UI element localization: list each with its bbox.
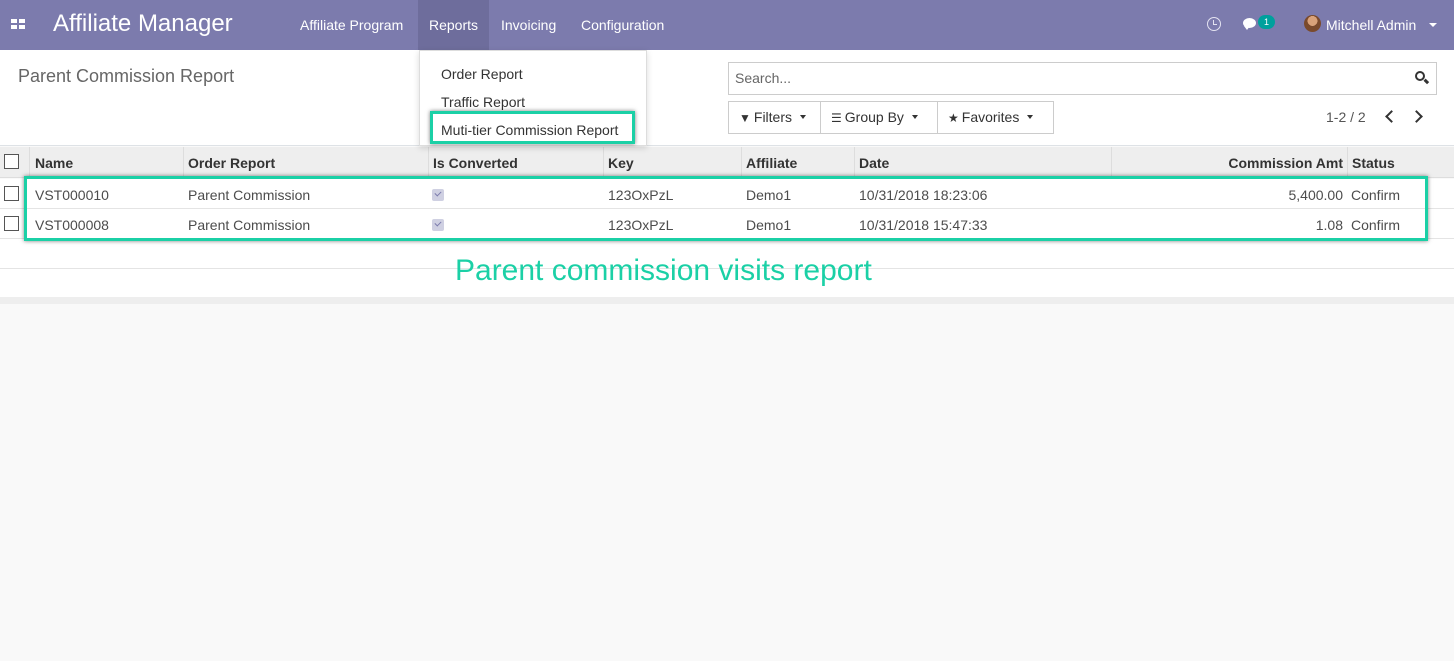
select-all-checkbox[interactable] <box>4 154 19 169</box>
pager-value[interactable]: 1-2 / 2 <box>1326 109 1366 125</box>
search-bar[interactable] <box>728 62 1437 95</box>
menu-item-order-report[interactable]: Order Report <box>441 66 523 82</box>
column-header-name[interactable]: Name <box>35 155 73 171</box>
column-divider <box>428 147 429 178</box>
column-header-is-converted[interactable]: Is Converted <box>433 155 518 171</box>
groupby-button[interactable]: ☰ Group By <box>820 101 938 134</box>
column-header-date[interactable]: Date <box>859 155 889 171</box>
column-divider <box>183 147 184 178</box>
list-bars-icon: ☰ <box>831 111 842 125</box>
page-title: Parent Commission Report <box>18 66 235 86</box>
row-checkbox[interactable] <box>4 216 19 231</box>
user-avatar[interactable] <box>1304 15 1321 32</box>
groupby-label: Group By <box>844 109 904 125</box>
column-header-affiliate[interactable]: Affiliate <box>746 155 797 171</box>
chat-count-badge: 1 <box>1258 15 1275 29</box>
row-checkbox[interactable] <box>4 186 19 201</box>
column-divider <box>741 147 742 178</box>
menu-invoicing[interactable]: Invoicing <box>490 0 567 50</box>
star-icon: ★ <box>948 111 959 125</box>
column-divider <box>854 147 855 178</box>
highlight-box-rows <box>24 176 1428 241</box>
caret-down-icon <box>1027 115 1034 119</box>
pager-previous-icon[interactable] <box>1382 105 1400 127</box>
column-divider <box>29 147 30 178</box>
menu-reports[interactable]: Reports <box>418 0 490 50</box>
caret-down-icon <box>800 115 807 119</box>
table-footer <box>0 297 1454 304</box>
control-panel: Parent Commission Report ▼Filters ☰Group… <box>0 50 1454 146</box>
column-divider <box>1347 147 1348 178</box>
column-divider <box>1111 147 1112 178</box>
search-icon[interactable] <box>1415 71 1429 85</box>
menu-item-traffic-report[interactable]: Traffic Report <box>441 94 525 110</box>
table-header: Name Order Report Is Converted Key Affil… <box>0 147 1454 178</box>
column-header-status[interactable]: Status <box>1352 155 1395 171</box>
favorites-button[interactable]: ★ Favorites <box>937 101 1054 134</box>
menu-affiliate-program[interactable]: Affiliate Program <box>289 0 414 50</box>
column-header-key[interactable]: Key <box>608 155 634 171</box>
search-input[interactable] <box>735 70 1375 86</box>
filters-label: Filters <box>753 109 793 125</box>
column-divider <box>603 147 604 178</box>
caret-down-icon <box>911 115 918 119</box>
app-title: Affiliate Manager <box>53 10 233 37</box>
chat-icon[interactable] <box>1243 18 1256 30</box>
filter-icon: ▼ <box>739 111 751 125</box>
user-menu[interactable]: Mitchell Admin <box>1326 17 1416 33</box>
top-navbar: Affiliate Manager Affiliate Program Repo… <box>0 0 1454 50</box>
activity-clock-icon[interactable] <box>1207 17 1221 31</box>
menu-configuration[interactable]: Configuration <box>570 0 675 50</box>
annotation-label: Parent commission visits report <box>455 254 872 287</box>
filters-button[interactable]: ▼ Filters <box>728 101 821 134</box>
favorites-label: Favorites <box>961 109 1020 125</box>
highlight-box-menu <box>430 111 635 144</box>
user-caret-icon <box>1429 23 1437 27</box>
column-header-commission-amt[interactable]: Commission Amt <box>1228 155 1343 171</box>
apps-menu-icon[interactable] <box>11 19 25 29</box>
column-header-order-report[interactable]: Order Report <box>188 155 275 171</box>
pager-next-icon[interactable] <box>1410 105 1428 127</box>
